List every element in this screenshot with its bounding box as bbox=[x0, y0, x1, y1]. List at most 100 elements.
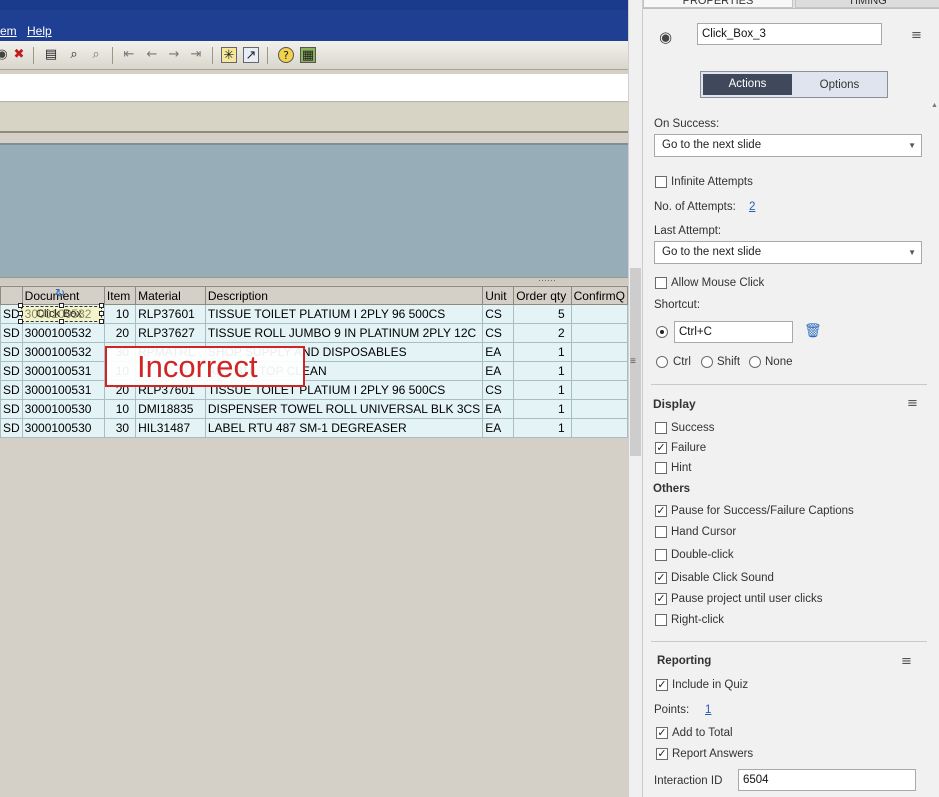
table-cell[interactable]: EA bbox=[482, 361, 515, 381]
visibility-eye-icon[interactable]: ◉ bbox=[659, 28, 672, 46]
reporting-menu-icon[interactable]: ≡ bbox=[901, 654, 912, 669]
report-answers-checkbox[interactable]: ✓ bbox=[656, 748, 668, 760]
table-cell[interactable]: 10 bbox=[103, 399, 137, 419]
table-cell[interactable]: EA bbox=[482, 418, 515, 438]
table-cell[interactable]: 3000100530 bbox=[21, 399, 105, 419]
panel-menu-icon[interactable]: ≡ bbox=[911, 28, 922, 43]
resize-handle[interactable] bbox=[99, 303, 104, 308]
table-cell[interactable]: 3000100532 bbox=[21, 323, 105, 343]
column-header[interactable] bbox=[0, 286, 23, 305]
table-cell[interactable]: 3000100532 bbox=[21, 342, 105, 362]
scroll-up-icon[interactable]: ▲ bbox=[931, 102, 938, 109]
table-row[interactable]: SD300010053230RPMATRLSHOP SUPPLY AND DIS… bbox=[0, 342, 628, 362]
table-cell[interactable]: 1 bbox=[513, 418, 572, 438]
tab-properties[interactable]: PROPERTIES bbox=[643, 0, 793, 8]
failure-caption[interactable]: Incorrect bbox=[105, 346, 305, 387]
table-cell[interactable]: EA bbox=[482, 342, 515, 362]
resize-handle[interactable] bbox=[59, 303, 64, 308]
table-cell[interactable]: SD bbox=[0, 361, 23, 381]
on-success-select[interactable]: Go to the next slide ▼ bbox=[654, 134, 922, 157]
pause-captions-checkbox[interactable]: ✓ bbox=[655, 505, 667, 517]
include-quiz-checkbox[interactable]: ✓ bbox=[656, 679, 668, 691]
next-page-icon[interactable]: → bbox=[166, 47, 182, 63]
display-success-checkbox[interactable] bbox=[655, 422, 667, 434]
last-page-icon[interactable]: ⇥ bbox=[188, 47, 204, 63]
right-click-checkbox[interactable] bbox=[655, 614, 667, 626]
last-attempt-select[interactable]: Go to the next slide ▼ bbox=[654, 241, 922, 264]
table-cell[interactable]: 1 bbox=[513, 361, 572, 381]
new-session-icon[interactable]: ✳ bbox=[221, 47, 237, 63]
table-cell[interactable] bbox=[570, 418, 628, 438]
table-cell[interactable]: RLP37627 bbox=[135, 323, 206, 343]
back-icon[interactable]: ◉ bbox=[0, 47, 10, 63]
table-cell[interactable]: CS bbox=[482, 380, 515, 400]
pause-project-checkbox[interactable]: ✓ bbox=[655, 593, 667, 605]
table-cell[interactable] bbox=[570, 361, 628, 381]
column-header-order-qty[interactable]: Order qty bbox=[513, 286, 572, 305]
column-header-confirm-qty[interactable]: ConfirmQ bbox=[570, 286, 628, 305]
panel-resize-grip-icon[interactable]: ≡ bbox=[630, 356, 640, 367]
table-row[interactable]: SD 3000100530 10 DMI18835 DISPENSER TOWEL RO… bbox=[0, 399, 628, 419]
table-cell[interactable]: SD bbox=[0, 380, 23, 400]
table-cell[interactable]: SD bbox=[0, 418, 23, 438]
column-header-unit[interactable]: Unit bbox=[482, 286, 515, 305]
command-field-area[interactable] bbox=[0, 74, 628, 102]
modifier-shift-radio[interactable] bbox=[701, 356, 713, 368]
shortcut-radio[interactable] bbox=[656, 326, 668, 338]
table-cell[interactable]: 2 bbox=[513, 323, 572, 343]
display-menu-icon[interactable]: ≡ bbox=[907, 396, 918, 411]
stage-vertical-scrollbar[interactable] bbox=[628, 0, 642, 797]
table-row[interactable]: SD 3000100532 20 RLP37627 TISSUE ROLL JUMBO … bbox=[0, 323, 628, 343]
column-header-item[interactable]: Item bbox=[103, 286, 137, 305]
table-cell[interactable]: LABEL RTU 487 SM-1 DEGREASER bbox=[204, 418, 484, 438]
table-cell[interactable] bbox=[570, 304, 628, 324]
table-cell[interactable] bbox=[570, 399, 628, 419]
points-value[interactable]: 1 bbox=[705, 704, 711, 716]
find-icon[interactable]: ⌕ bbox=[66, 47, 82, 63]
splitter-grip[interactable]: ⋯⋯ bbox=[538, 275, 556, 286]
find-next-icon[interactable]: ⌕ bbox=[88, 47, 104, 63]
table-cell[interactable]: 10 bbox=[103, 304, 137, 324]
table-cell[interactable]: SD bbox=[0, 323, 23, 343]
hand-cursor-checkbox[interactable] bbox=[655, 526, 667, 538]
print-icon[interactable]: ▤ bbox=[43, 47, 59, 63]
table-cell[interactable]: 3000100531 bbox=[21, 361, 105, 381]
help-icon[interactable]: ? bbox=[278, 47, 294, 63]
table-row[interactable]: SD 3000100531 20 RLP37601 TISSUE TOILET PLAT… bbox=[0, 380, 628, 400]
delete-shortcut-icon[interactable]: 🗑 bbox=[804, 323, 822, 339]
resize-handle[interactable] bbox=[18, 319, 23, 324]
prev-page-icon[interactable]: ← bbox=[144, 47, 160, 63]
table-cell[interactable]: 20 bbox=[103, 323, 137, 343]
add-to-total-checkbox[interactable]: ✓ bbox=[656, 727, 668, 739]
resize-handle[interactable] bbox=[99, 311, 104, 316]
object-name-input[interactable]: Click_Box_3 bbox=[697, 23, 882, 45]
table-cell[interactable]: 1 bbox=[513, 380, 572, 400]
table-cell[interactable]: HIL31487 bbox=[135, 418, 206, 438]
layout-icon[interactable]: ▦ bbox=[300, 47, 316, 63]
table-cell[interactable]: TISSUE ROLL JUMBO 9 IN PLATINUM 2PLY 12C bbox=[204, 323, 484, 343]
table-cell[interactable] bbox=[570, 342, 628, 362]
table-cell[interactable] bbox=[570, 323, 628, 343]
modifier-ctrl-radio[interactable] bbox=[656, 356, 668, 368]
table-cell[interactable]: RLP37601 bbox=[135, 304, 206, 324]
table-row[interactable]: SD 3000100530 30 HIL31487 LABEL RTU 487 SM-1… bbox=[0, 418, 628, 438]
table-cell[interactable]: 3000100531 bbox=[21, 380, 105, 400]
menu-item-system[interactable]: em bbox=[0, 24, 17, 38]
table-cell[interactable]: SD bbox=[0, 342, 23, 362]
first-page-icon[interactable]: ⇤ bbox=[121, 47, 137, 63]
table-cell[interactable]: 3000100530 bbox=[21, 418, 105, 438]
table-cell[interactable]: 1 bbox=[513, 399, 572, 419]
table-cell[interactable]: CS bbox=[482, 304, 515, 324]
menu-item-help[interactable]: Help bbox=[27, 24, 52, 38]
display-failure-checkbox[interactable]: ✓ bbox=[655, 442, 667, 454]
infinite-attempts-checkbox[interactable] bbox=[655, 176, 667, 188]
disable-click-sound-checkbox[interactable]: ✓ bbox=[655, 572, 667, 584]
rotate-handle-icon[interactable]: ↻ bbox=[55, 286, 65, 300]
table-cell[interactable]: 5 bbox=[513, 304, 572, 324]
tab-options[interactable]: Options bbox=[794, 74, 885, 95]
table-cell[interactable]: 1 bbox=[513, 342, 572, 362]
splitter[interactable]: ⋯⋯ bbox=[0, 275, 628, 286]
modifier-none-radio[interactable] bbox=[749, 356, 761, 368]
table-cell[interactable] bbox=[570, 380, 628, 400]
panel-vertical-scrollbar[interactable]: ▲ bbox=[930, 100, 939, 797]
